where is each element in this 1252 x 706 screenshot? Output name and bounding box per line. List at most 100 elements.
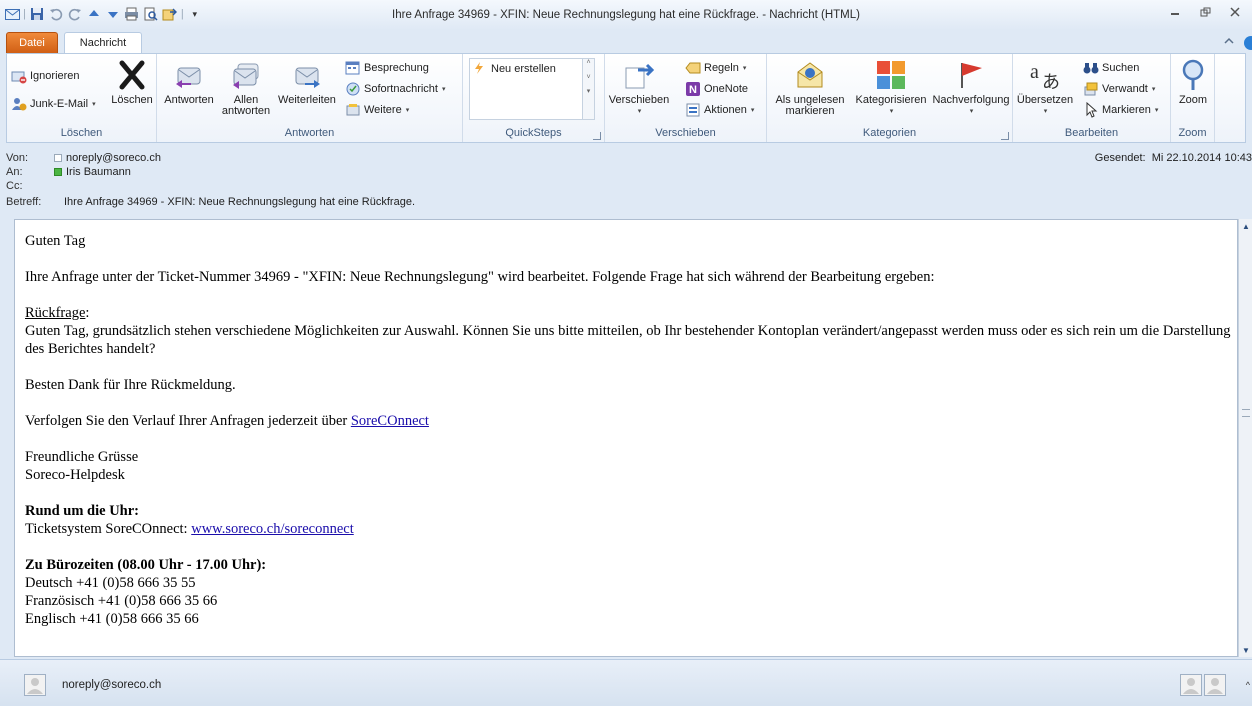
categorize-button[interactable]: Kategorisieren ▾ [851,58,931,117]
customize-qat-icon[interactable]: ▾ [187,6,203,22]
svg-text:あ: あ [1042,72,1060,92]
forward-button[interactable]: Weiterleiten [275,58,339,106]
scroll-down-icon[interactable]: ▼ [1240,643,1252,657]
onenote-icon: N [685,81,701,97]
related-icon [1083,81,1099,97]
quicksteps-gallery[interactable]: Neu erstellen ˄ ˅ ▾ [469,58,595,120]
minimize-icon[interactable] [1164,4,1186,20]
more-respond-button[interactable]: Weitere ▾ [345,100,409,120]
rules-dropdown-icon[interactable]: ▾ [743,64,747,72]
select-dropdown-icon[interactable]: ▾ [1155,106,1159,114]
zoom-group: Zoom Zoom [1171,54,1215,142]
related-button[interactable]: Verwandt ▾ [1083,79,1155,99]
scroll-thumb-grip[interactable] [1242,409,1250,417]
quickstep-new[interactable]: Neu erstellen [472,59,556,79]
meeting-icon [345,60,361,76]
people-pane-name[interactable]: noreply@soreco.ch [62,679,161,691]
translate-icon: aあ [1030,61,1060,92]
mark-unread-button[interactable]: Als ungelesen markieren [771,58,849,117]
junk-dropdown-icon[interactable]: ▾ [92,100,96,108]
tab-message[interactable]: Nachricht [64,32,142,54]
question-block: Rückfrage: Guten Tag, grundsätzlich steh… [25,304,1235,358]
contact-avatar-2[interactable] [1204,674,1226,696]
quick-access-toolbar: | | ▾ [4,6,203,22]
reply-button[interactable]: Antworten [161,58,217,106]
save-icon[interactable] [29,6,45,22]
actions-button[interactable]: Aktionen ▾ [685,100,754,120]
soreconnect-link[interactable]: SoreCOnnect [351,413,429,429]
move-dropdown-icon[interactable]: ▾ [638,106,642,117]
tags-launcher-icon[interactable] [1001,132,1009,140]
to-row: An: Iris Baumann [6,165,131,179]
ribbon-tabs: Datei Nachricht [0,30,1252,54]
tab-file[interactable]: Datei [6,32,58,54]
undo-icon[interactable] [48,6,64,22]
to-recipient[interactable]: Iris Baumann [66,166,131,178]
help-icon[interactable] [1244,36,1252,50]
mark-unread-icon [797,62,823,88]
actions-dropdown-icon[interactable]: ▾ [751,106,755,114]
quicksteps-scroll[interactable]: ˄ ˅ ▾ [582,59,594,119]
follow-up-button[interactable]: Nachverfolgung ▾ [931,58,1011,117]
greeting: Guten Tag [25,233,86,249]
followup-dropdown-icon[interactable]: ▾ [970,106,974,117]
reply-all-button[interactable]: Allen antworten [219,58,273,117]
move-button[interactable]: Verschieben ▾ [609,58,669,117]
intro-paragraph: Ihre Anfrage unter der Ticket-Nummer 349… [25,269,935,285]
office-hours-block: Zu Bürozeiten (08.00 Uhr - 17.00 Uhr): D… [25,556,1235,628]
expand-people-pane-icon[interactable]: ^ [1246,680,1250,690]
contact-avatar-1[interactable] [1180,674,1202,696]
rules-button[interactable]: Regeln ▾ [685,58,746,78]
previous-item-icon[interactable] [86,6,102,22]
to-label: An: [6,166,23,178]
categorize-dropdown-icon[interactable]: ▾ [890,106,894,117]
around-clock-heading: Rund um die Uhr: [25,503,140,519]
next-item-icon[interactable] [105,6,121,22]
from-row: Von: noreply@soreco.ch [6,151,161,165]
regards-block: Freundliche Grüsse Soreco-Helpdesk [25,448,1235,484]
ticket-system-link[interactable]: www.soreco.ch/soreconnect [191,521,354,537]
forward-icon [295,67,320,88]
ticket-text: Ticketsystem SoreCOnnect: [25,521,192,537]
delete-group-label: Löschen [60,127,103,139]
restore-icon[interactable] [1194,4,1216,20]
actions-icon [685,102,701,118]
minimize-ribbon-icon[interactable] [1224,36,1234,48]
redo-icon[interactable] [67,6,83,22]
im-dropdown-icon[interactable]: ▾ [442,85,446,93]
message-body[interactable]: Guten Tag Ihre Anfrage unter der Ticket-… [14,219,1238,657]
ignore-icon [11,68,27,84]
translate-dropdown-icon[interactable]: ▾ [1044,106,1048,117]
move-folder-icon [625,63,655,89]
vertical-scrollbar[interactable]: ▲ ▼ [1238,219,1252,657]
message-body-content: Guten Tag Ihre Anfrage unter der Ticket-… [25,232,1235,646]
related-dropdown-icon[interactable]: ▾ [1152,85,1156,93]
scroll-up-icon[interactable]: ▲ [1240,219,1252,233]
quicksteps-launcher-icon[interactable] [593,132,601,140]
select-button[interactable]: Markieren ▾ [1083,100,1158,120]
translate-button[interactable]: aあ Übersetzen ▾ [1017,58,1073,117]
cc-row: Cc: [6,179,54,193]
meeting-button[interactable]: Besprechung [345,58,429,78]
onenote-button[interactable]: N OneNote [685,79,748,99]
zoom-button[interactable]: Zoom [1175,58,1211,106]
print-icon[interactable] [124,6,140,22]
from-address[interactable]: noreply@soreco.ch [66,152,161,164]
respond-group: Antworten Allen antworten Weiterleiten B… [157,54,463,142]
more-respond-dropdown-icon[interactable]: ▾ [406,106,410,114]
junk-email-button[interactable]: Junk-E-Mail ▾ [11,94,96,114]
ignore-button[interactable]: Ignorieren [11,66,80,86]
delete-button[interactable]: Löschen [111,58,153,106]
print-preview-icon[interactable] [143,6,159,22]
people-pane: noreply@soreco.ch ^ [0,659,1252,706]
move-icon[interactable] [162,6,178,22]
sent-info: Gesendet: Mi 22.10.2014 10:43 [1095,152,1252,164]
tags-group: Als ungelesen markieren Kategorisieren ▾… [767,54,1013,142]
thanks-paragraph: Besten Dank für Ihre Rückmeldung. [25,377,236,393]
instant-message-button[interactable]: Sofortnachricht ▾ [345,79,446,99]
find-button[interactable]: Suchen [1083,58,1139,78]
outlook-envelope-icon[interactable] [4,6,20,22]
close-icon[interactable] [1224,4,1246,20]
around-clock-block: Rund um die Uhr: Ticketsystem SoreCOnnec… [25,502,1235,538]
sender-avatar[interactable] [24,674,46,696]
